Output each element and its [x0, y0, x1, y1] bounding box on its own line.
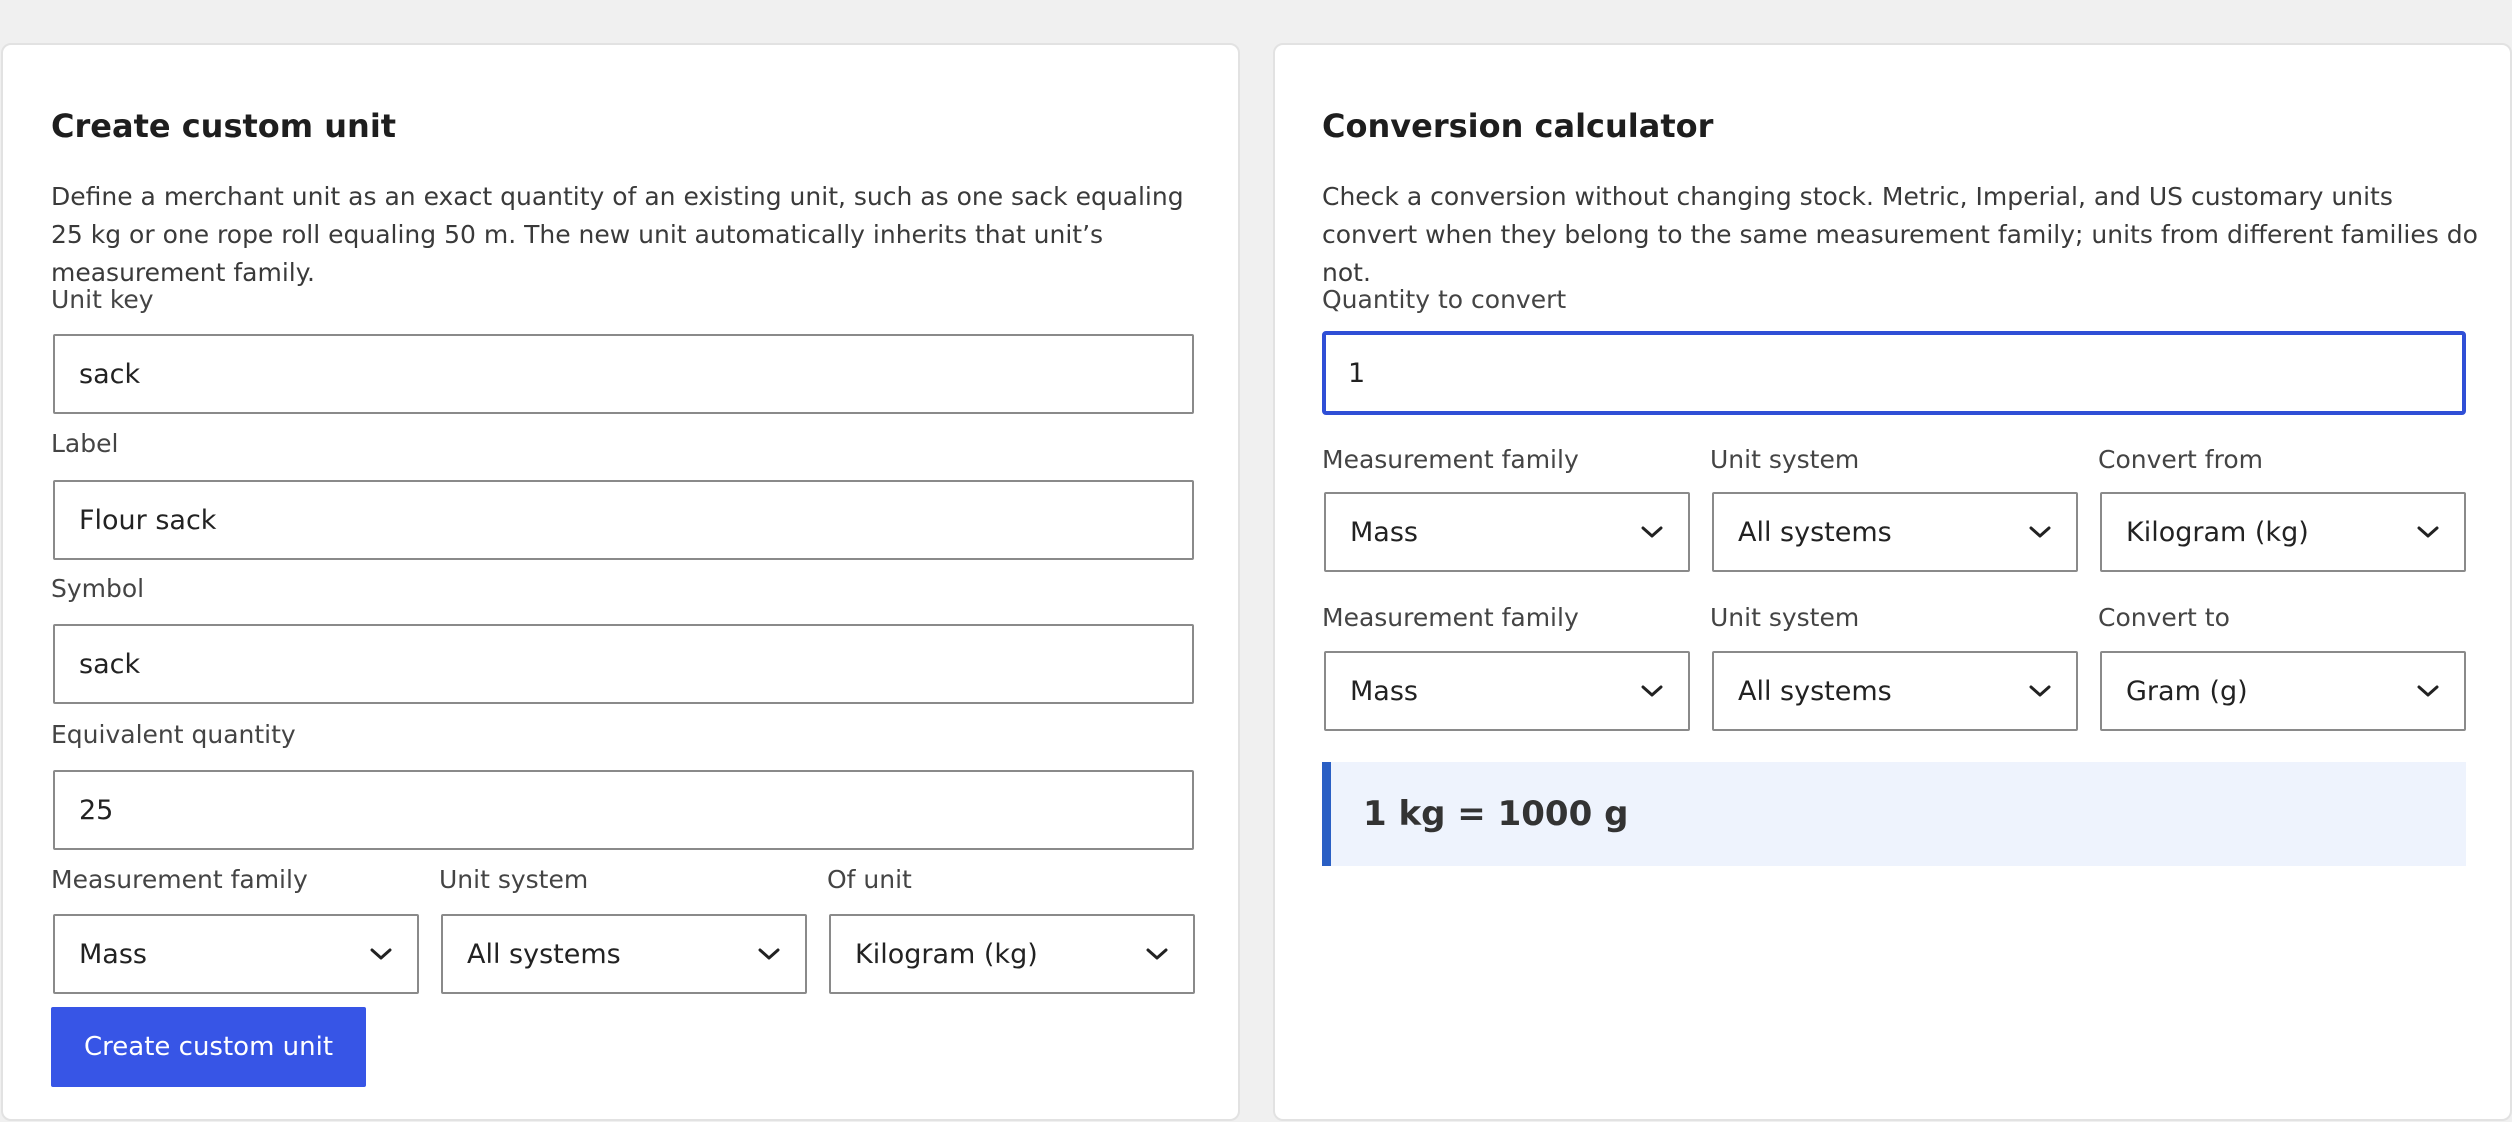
to-family-value: Mass — [1350, 675, 1418, 707]
create-custom-unit-panel: Create custom unit Define a merchant uni… — [1, 43, 1240, 1121]
chevron-down-icon — [2022, 520, 2058, 544]
convert-to-select[interactable]: Gram (g) — [2100, 651, 2466, 731]
measurement-family-select[interactable]: Mass — [53, 914, 419, 994]
from-family-value: Mass — [1350, 516, 1418, 548]
conversion-result: 1 kg = 1000 g — [1322, 762, 2466, 866]
chevron-down-icon — [1634, 679, 1670, 703]
create-custom-unit-button[interactable]: Create custom unit — [51, 1007, 367, 1087]
unit-key-input[interactable] — [53, 334, 1194, 414]
convert-to-label: Convert to — [2098, 603, 2230, 632]
to-system-label: Unit system — [1710, 603, 1860, 632]
conversion-calculator-panel: Conversion calculator Check a conversion… — [1273, 43, 2512, 1121]
from-system-value: All systems — [1738, 516, 1892, 548]
quantity-input[interactable] — [1322, 331, 2466, 415]
chevron-down-icon — [1139, 942, 1175, 966]
unit-system-label: Unit system — [439, 865, 589, 894]
unit-key-label: Unit key — [51, 285, 154, 314]
calculator-title: Conversion calculator — [1322, 107, 1714, 145]
of-unit-label: Of unit — [827, 865, 912, 894]
chevron-down-icon — [363, 942, 399, 966]
measurement-family-label: Measurement family — [51, 865, 308, 894]
from-family-label: Measurement family — [1322, 445, 1579, 474]
quantity-label: Quantity to convert — [1322, 285, 1567, 314]
to-system-value: All systems — [1738, 675, 1892, 707]
create-unit-title: Create custom unit — [51, 107, 397, 145]
measurement-family-value: Mass — [79, 938, 147, 970]
to-system-select[interactable]: All systems — [1712, 651, 2078, 731]
of-unit-select[interactable]: Kilogram (kg) — [829, 914, 1195, 994]
convert-from-label: Convert from — [2098, 445, 2263, 474]
label-input[interactable] — [53, 480, 1194, 560]
chevron-down-icon — [2410, 520, 2446, 544]
symbol-label: Symbol — [51, 574, 145, 603]
chevron-down-icon — [751, 942, 787, 966]
symbol-input[interactable] — [53, 624, 1194, 704]
equivalent-quantity-label: Equivalent quantity — [51, 720, 296, 749]
create-unit-description: Define a merchant unit as an exact quant… — [51, 182, 1184, 287]
convert-from-select[interactable]: Kilogram (kg) — [2100, 492, 2466, 572]
chevron-down-icon — [2022, 679, 2058, 703]
conversion-result-text: 1 kg = 1000 g — [1363, 794, 1629, 834]
from-system-select[interactable]: All systems — [1712, 492, 2078, 572]
label-field-label: Label — [51, 429, 119, 458]
to-family-label: Measurement family — [1322, 603, 1579, 632]
of-unit-value: Kilogram (kg) — [855, 938, 1038, 970]
convert-to-value: Gram (g) — [2126, 675, 2248, 707]
from-family-select[interactable]: Mass — [1324, 492, 1690, 572]
equivalent-quantity-input[interactable] — [53, 770, 1194, 850]
unit-system-value: All systems — [467, 938, 621, 970]
chevron-down-icon — [1634, 520, 1670, 544]
chevron-down-icon — [2410, 679, 2446, 703]
to-family-select[interactable]: Mass — [1324, 651, 1690, 731]
calculator-description: Check a conversion without changing stoc… — [1322, 182, 2478, 287]
convert-from-value: Kilogram (kg) — [2126, 516, 2309, 548]
from-system-label: Unit system — [1710, 445, 1860, 474]
unit-system-select[interactable]: All systems — [441, 914, 807, 994]
